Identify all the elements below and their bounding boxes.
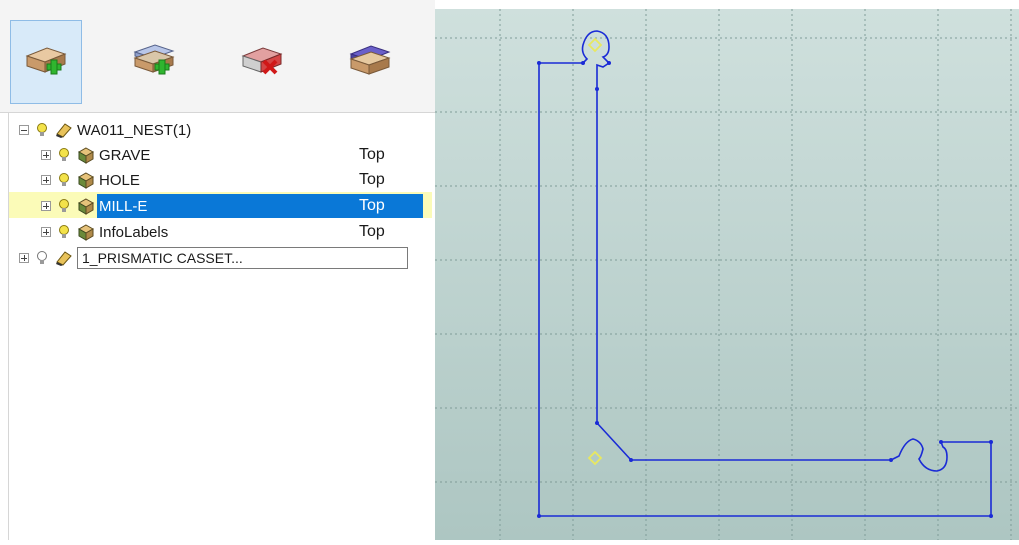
tree-item-infolabels[interactable]: InfoLabels Top: [41, 220, 421, 244]
view-label: Top: [359, 146, 385, 163]
part-tree: WA011_NEST(1) GRAVE Top HOLE Top MILL-E …: [8, 113, 436, 540]
toolpath-cube-icon: [77, 147, 95, 164]
delete-part-button[interactable]: [226, 20, 298, 104]
graphics-viewport[interactable]: [435, 9, 1019, 540]
lightbulb-icon[interactable]: [55, 223, 73, 241]
tree-root-wa011[interactable]: WA011_NEST(1): [19, 118, 191, 142]
toolpath-cube-icon: [77, 172, 95, 189]
tree-item-mill-e[interactable]: MILL-E Top: [41, 194, 423, 218]
lightbulb-icon[interactable]: [33, 121, 51, 139]
eraser-icon: [56, 123, 72, 138]
block-purple-icon: [349, 45, 391, 75]
tree-item-label: WA011_NEST(1): [77, 121, 192, 139]
toolbar: [0, 0, 435, 113]
add-part-button[interactable]: [10, 20, 82, 104]
rename-input-value: 1_PRISMATIC CASSET...: [82, 250, 243, 266]
tree-root-prismatic[interactable]: 1_PRISMATIC CASSET...: [19, 246, 408, 270]
rename-input[interactable]: 1_PRISMATIC CASSET...: [77, 247, 408, 269]
stacked-block-plus-icon: [133, 44, 175, 75]
expand-icon[interactable]: [41, 175, 51, 185]
expand-icon[interactable]: [41, 227, 51, 237]
view-label: Top: [359, 171, 385, 188]
lightbulb-icon[interactable]: [55, 146, 73, 164]
lightbulb-off-icon[interactable]: [33, 249, 51, 267]
cad-canvas[interactable]: [435, 9, 1019, 540]
expand-icon[interactable]: [41, 201, 51, 211]
tree-item-label: HOLE: [99, 171, 140, 189]
view-label: Top: [359, 223, 385, 240]
expand-icon[interactable]: [19, 253, 29, 263]
tree-item-hole[interactable]: HOLE Top: [41, 168, 421, 192]
properties-button[interactable]: [334, 20, 406, 104]
toolpath-cube-icon: [77, 224, 95, 241]
expand-icon[interactable]: [41, 150, 51, 160]
view-label: Top: [359, 197, 385, 214]
tree-item-label: InfoLabels: [99, 223, 169, 241]
lightbulb-icon[interactable]: [55, 171, 73, 189]
tree-item-label: GRAVE: [99, 146, 151, 164]
block-delete-icon: [241, 47, 283, 75]
eraser-icon: [56, 251, 72, 266]
tree-item-grave[interactable]: GRAVE Top: [41, 143, 421, 167]
lightbulb-icon[interactable]: [55, 197, 73, 215]
tree-item-label: MILL-E: [99, 197, 148, 215]
toolpath-cube-icon: [77, 198, 95, 215]
add-layers-button[interactable]: [118, 20, 190, 104]
collapse-icon[interactable]: [19, 125, 29, 135]
block-plus-icon: [25, 47, 67, 75]
part-tree-panel: WA011_NEST(1) GRAVE Top HOLE Top MILL-E …: [0, 0, 436, 540]
